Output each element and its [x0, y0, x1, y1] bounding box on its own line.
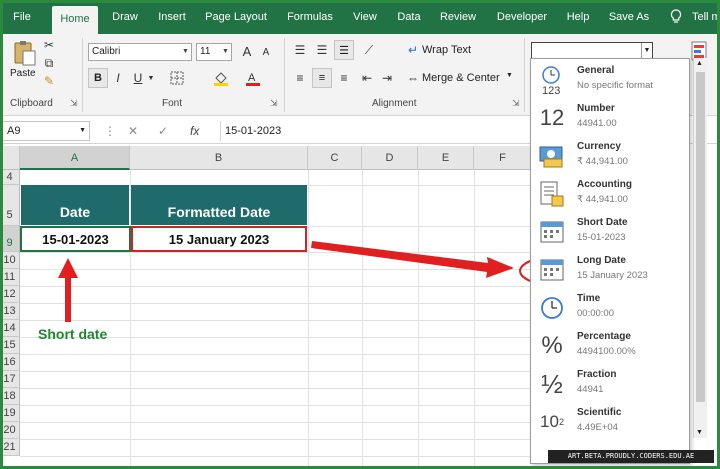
format-name: Fraction [577, 369, 617, 380]
up-arrow [58, 258, 78, 322]
clock-123-icon: 123 [537, 65, 567, 95]
percent-icon: % [541, 332, 563, 359]
chevron-down-icon: ▼ [641, 43, 652, 58]
format-sample: ₹ 44,941.00 [577, 156, 628, 167]
format-item-short-date[interactable]: Short Date 15-01-2023 [531, 213, 689, 251]
fraction-icon: ½ [541, 368, 563, 399]
format-name: Percentage [577, 331, 631, 342]
format-name: Number [577, 103, 615, 114]
short-date-annotation: Short date [38, 326, 108, 342]
format-name: Short Date [577, 217, 628, 228]
clock-icon [537, 293, 567, 323]
exponent: 2 [558, 417, 564, 427]
format-item-currency[interactable]: Currency ₹ 44,941.00 [531, 137, 689, 175]
number-format-dropdown: 123 General No specific format 12 Number… [530, 58, 690, 464]
number-format-combo[interactable]: ▼ [531, 42, 653, 59]
format-name: Currency [577, 141, 621, 152]
format-sample: ₹ 44,941.00 [577, 194, 628, 205]
scroll-down-icon[interactable]: ▼ [696, 429, 703, 436]
format-sample: 15-01-2023 [577, 232, 626, 243]
calendar-icon [537, 217, 567, 247]
format-sample: 4.49E+04 [577, 422, 618, 433]
format-sample: 4494100.00% [577, 346, 636, 357]
accounting-icon [537, 179, 567, 209]
scientific-icon: 10 2 [537, 407, 567, 437]
format-name: Long Date [577, 255, 626, 266]
format-item-time[interactable]: Time 00:00:00 [531, 289, 689, 327]
format-sample: No specific format [577, 80, 654, 91]
scroll-up-icon[interactable]: ▲ [696, 60, 703, 67]
format-name: Scientific [577, 407, 622, 418]
format-name: Accounting [577, 179, 632, 190]
format-name: Time [577, 293, 601, 304]
format-item-fraction[interactable]: ½ Fraction 44941 [531, 365, 689, 403]
right-arrow [311, 241, 514, 278]
format-sample: 15 January 2023 [577, 270, 648, 281]
format-item-scientific[interactable]: 10 2 Scientific 4.49E+04 [531, 403, 689, 441]
number-12-icon: 12 [539, 105, 565, 130]
watermark: ART.BETA.PROUDLY.CODERS.EDU.AE [548, 450, 714, 463]
currency-icon [537, 141, 567, 171]
format-sample: 00:00:00 [577, 308, 614, 319]
scientific-glyph: 10 [540, 412, 559, 431]
calendar-icon [537, 255, 567, 285]
format-item-number[interactable]: 12 Number 44941.00 [531, 99, 689, 137]
format-sample: 44941 [577, 384, 604, 395]
format-item-accounting[interactable]: Accounting ₹ 44,941.00 [531, 175, 689, 213]
dropdown-scrollbar[interactable]: ▲ ▼ [693, 58, 707, 438]
svg-text:123: 123 [542, 85, 560, 95]
format-sample: 44941.00 [577, 118, 617, 129]
format-name: General [577, 65, 615, 76]
format-item-general[interactable]: 123 General No specific format [531, 61, 689, 99]
format-item-percentage[interactable]: % Percentage 4494100.00% [531, 327, 689, 365]
scroll-thumb[interactable] [696, 72, 705, 402]
format-item-long-date[interactable]: Long Date 15 January 2023 [531, 251, 689, 289]
